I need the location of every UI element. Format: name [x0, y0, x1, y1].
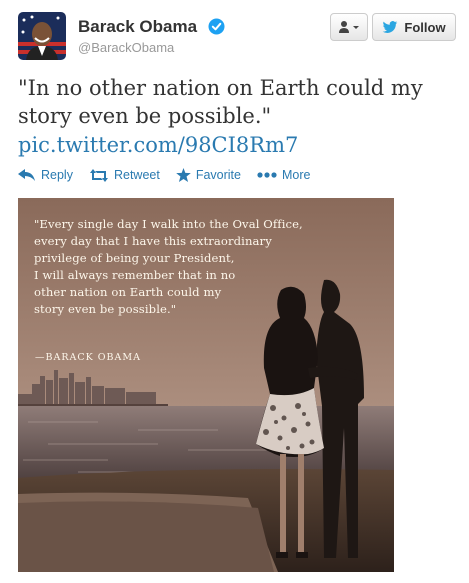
user-actions-button[interactable]: [330, 13, 368, 41]
twitter-bird-icon: [383, 20, 398, 33]
quote-attribution: —BARACK OBAMA: [35, 352, 141, 363]
quote-line: every day that I have this extraordinary: [34, 234, 272, 248]
tweet-photo[interactable]: "Every single day I walk into the Oval O…: [18, 198, 394, 572]
quote-line: privilege of being your President,: [34, 251, 235, 265]
avatar[interactable]: [18, 12, 66, 60]
favorite-action[interactable]: Favorite: [176, 168, 241, 182]
tweet-actions: Reply Retweet Favorite More: [18, 168, 310, 182]
tweet-media-link[interactable]: pic.twitter.com/98CI8Rm7: [18, 133, 298, 157]
quote-line: "Every single day I walk into the Oval O…: [34, 217, 303, 231]
reply-action[interactable]: Reply: [18, 168, 73, 182]
quote-line: I will always remember that in no: [34, 268, 236, 282]
more-dots-icon: [257, 172, 277, 178]
retweet-action[interactable]: Retweet: [89, 168, 160, 182]
user-dropdown-icon: [339, 21, 359, 33]
retweet-label: Retweet: [113, 168, 160, 182]
quote-line: other nation on Earth could my: [34, 285, 222, 299]
star-icon: [176, 168, 191, 182]
quote-line: story even be possible.": [34, 302, 177, 316]
user-handle[interactable]: @BarackObama: [78, 40, 174, 55]
verified-badge-icon: [208, 18, 225, 35]
reply-label: Reply: [41, 168, 73, 182]
display-name[interactable]: Barack Obama: [78, 17, 197, 37]
photo-quote: "Every single day I walk into the Oval O…: [34, 216, 354, 318]
favorite-label: Favorite: [195, 168, 241, 182]
tweet-text: "In no other nation on Earth could my st…: [18, 76, 423, 128]
follow-button-label: Follow: [404, 19, 446, 35]
reply-icon: [18, 169, 35, 181]
follow-button[interactable]: Follow: [372, 13, 456, 41]
retweet-icon: [89, 168, 108, 182]
more-action[interactable]: More: [257, 168, 310, 182]
more-label: More: [281, 168, 311, 182]
